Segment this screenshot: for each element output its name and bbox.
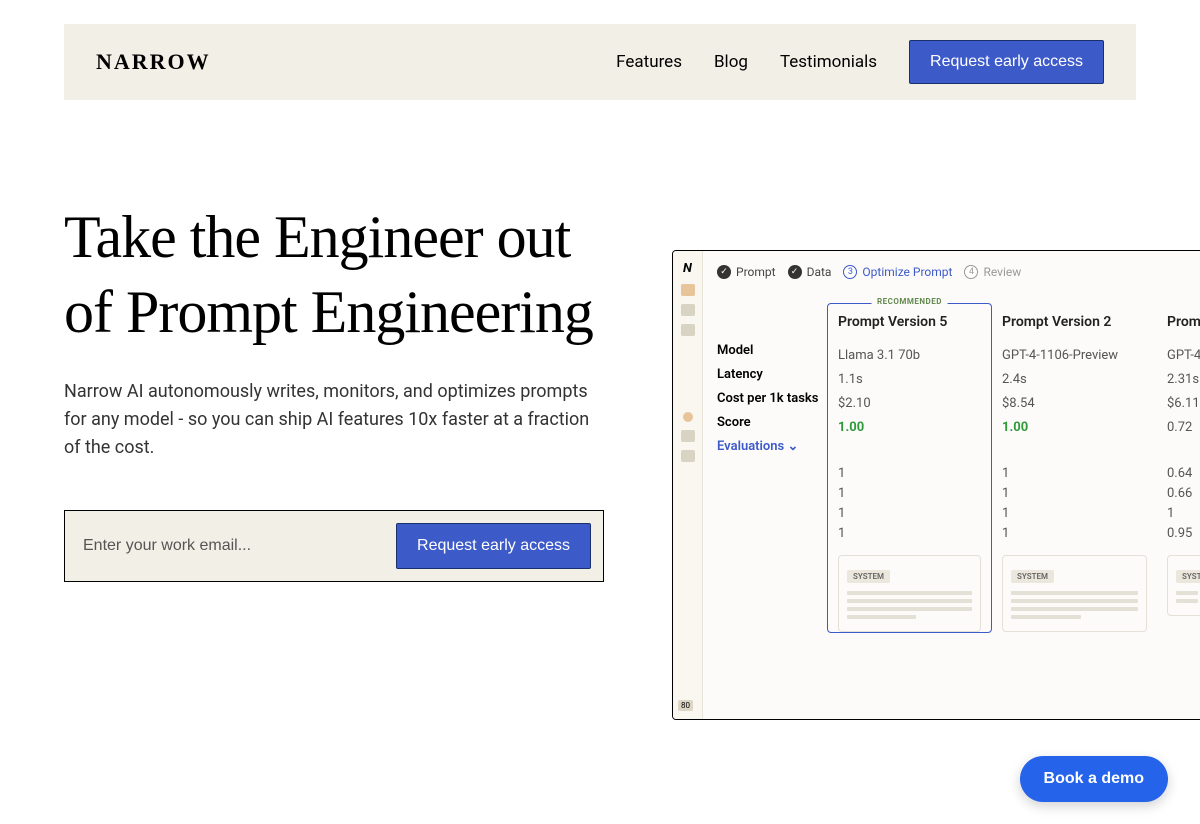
version-title: Promp xyxy=(1167,314,1200,330)
version-column-recommended: RECOMMENDED Prompt Version 5 Llama 3.1 7… xyxy=(827,303,992,633)
hero-subtitle: Narrow AI autonomously writes, monitors,… xyxy=(64,378,604,462)
version-title: Prompt Version 2 xyxy=(1002,314,1147,330)
sidebar-icon xyxy=(683,412,693,422)
sidebar-icon xyxy=(681,324,695,336)
step-icon: 4 xyxy=(964,265,978,279)
email-input[interactable] xyxy=(77,527,384,565)
hero-content: Take the Engineer out of Prompt Engineer… xyxy=(64,200,604,582)
sidebar-icon xyxy=(681,284,695,296)
system-label: SYSTEM xyxy=(847,570,890,583)
eval-score: 0.95 xyxy=(1167,526,1200,541)
system-prompt-preview: SYSTEM xyxy=(1002,555,1147,632)
check-icon: ✓ xyxy=(717,265,731,279)
version-latency: 2.31s xyxy=(1167,372,1200,387)
version-model: GPT-4 xyxy=(1167,348,1200,363)
nav-blog[interactable]: Blog xyxy=(714,52,748,72)
version-column: Promp GPT-4 2.31s $6.11 0.72 0.64 0.66 1… xyxy=(1157,303,1200,633)
system-prompt-preview: SYSTEM xyxy=(1167,555,1200,616)
crumb-review[interactable]: 4Review xyxy=(964,265,1021,279)
dashboard-logo-icon: N xyxy=(683,261,692,276)
recommended-badge: RECOMMENDED xyxy=(871,297,948,306)
crumb-prompt[interactable]: ✓Prompt xyxy=(717,265,776,279)
label-model: Model xyxy=(717,343,827,358)
eval-score: 1 xyxy=(1167,506,1200,521)
eval-score: 0.64 xyxy=(1167,466,1200,481)
version-latency: 2.4s xyxy=(1002,372,1147,387)
label-latency: Latency xyxy=(717,367,827,382)
eval-score: 1 xyxy=(838,506,981,521)
sidebar-icon xyxy=(681,304,695,316)
nav-testimonials[interactable]: Testimonials xyxy=(780,52,877,72)
eval-score: 1 xyxy=(838,526,981,541)
version-score: 1.00 xyxy=(1002,420,1147,435)
crumb-optimize[interactable]: 3Optimize Prompt xyxy=(843,265,952,279)
book-demo-button[interactable]: Book a demo xyxy=(1020,756,1168,802)
email-submit-button[interactable]: Request early access xyxy=(396,523,591,569)
label-cost: Cost per 1k tasks xyxy=(717,391,827,406)
eval-score: 1 xyxy=(1002,506,1147,521)
version-title: Prompt Version 5 xyxy=(838,314,981,330)
evaluations-toggle[interactable]: Evaluations ⌄ xyxy=(717,439,827,454)
dashboard-preview: N 80 ✓Prompt ✓Data 3Optimize Prompt 4Rev… xyxy=(672,250,1200,720)
check-icon: ✓ xyxy=(788,265,802,279)
version-cost: $6.11 xyxy=(1167,396,1200,411)
dashboard-main: ✓Prompt ✓Data 3Optimize Prompt 4Review M… xyxy=(703,251,1200,719)
label-score: Score xyxy=(717,415,827,430)
sidebar-icon xyxy=(681,450,695,462)
metric-labels: Model Latency Cost per 1k tasks Score Ev… xyxy=(717,303,827,633)
version-column: Prompt Version 2 GPT-4-1106-Preview 2.4s… xyxy=(992,303,1157,633)
eval-score: 1 xyxy=(838,466,981,481)
version-model: Llama 3.1 70b xyxy=(838,348,981,363)
crumb-data[interactable]: ✓Data xyxy=(788,265,832,279)
eval-score: 1 xyxy=(1002,466,1147,481)
step-icon: 3 xyxy=(843,265,857,279)
system-label: SYSTEM xyxy=(1011,570,1054,583)
system-prompt-preview: SYSTEM xyxy=(838,555,981,632)
logo: NARROW xyxy=(96,49,211,75)
header-cta-button[interactable]: Request early access xyxy=(909,40,1104,84)
version-score: 1.00 xyxy=(838,420,981,435)
eval-score: 1 xyxy=(838,486,981,501)
sidebar-badge: 80 xyxy=(678,700,693,711)
version-model: GPT-4-1106-Preview xyxy=(1002,348,1147,363)
version-cost: $8.54 xyxy=(1002,396,1147,411)
eval-score: 1 xyxy=(1002,486,1147,501)
email-signup-form: Request early access xyxy=(64,510,604,582)
breadcrumb: ✓Prompt ✓Data 3Optimize Prompt 4Review xyxy=(717,265,1200,279)
version-score: 0.72 xyxy=(1167,420,1200,435)
version-cost: $2.10 xyxy=(838,396,981,411)
sidebar-icon xyxy=(681,430,695,442)
eval-score: 1 xyxy=(1002,526,1147,541)
main-nav: Features Blog Testimonials Request early… xyxy=(616,40,1104,84)
metrics-table: Model Latency Cost per 1k tasks Score Ev… xyxy=(717,303,1200,633)
hero-title: Take the Engineer out of Prompt Engineer… xyxy=(64,200,604,350)
system-label: SYSTEM xyxy=(1176,570,1200,583)
eval-score: 0.66 xyxy=(1167,486,1200,501)
site-header: NARROW Features Blog Testimonials Reques… xyxy=(64,24,1136,100)
version-latency: 1.1s xyxy=(838,372,981,387)
dashboard-sidebar: N 80 xyxy=(673,251,703,719)
nav-features[interactable]: Features xyxy=(616,52,682,72)
